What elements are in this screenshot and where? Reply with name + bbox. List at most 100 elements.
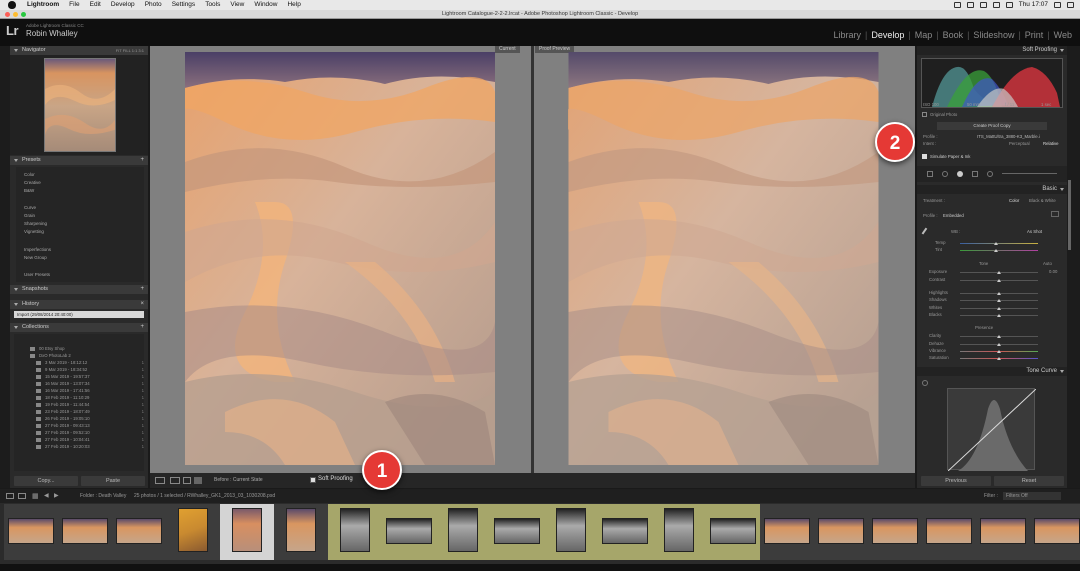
preset-group[interactable]: B&W — [24, 188, 34, 193]
spot-removal-icon[interactable] — [942, 171, 948, 177]
dehaze-slider[interactable] — [960, 343, 1038, 346]
copy-button[interactable]: Copy... — [14, 476, 78, 486]
search-icon[interactable] — [1054, 2, 1061, 8]
filmstrip-thumbnail[interactable] — [58, 504, 112, 560]
collection-item[interactable]: 26 Feb 2019 - 19:05:10 1 — [30, 415, 146, 422]
saturation-slider[interactable] — [960, 357, 1038, 360]
collection-item[interactable]: 18 Feb 2019 - 11:10:29 1 — [30, 394, 146, 401]
profile-select[interactable]: ITS_MattUltra_3880-K3_Marble.i — [977, 134, 1040, 139]
menu-help[interactable]: Help — [282, 0, 305, 10]
vibrance-slider[interactable] — [960, 350, 1038, 353]
paste-button[interactable]: Paste — [81, 476, 145, 486]
collection-item[interactable]: 27 Feb 2019 - 09:52:10 1 — [30, 429, 146, 436]
clock[interactable]: Thu 17:07 — [1019, 0, 1048, 10]
menu-app[interactable]: Lightroom — [22, 0, 64, 10]
presets-header[interactable]: Presets + — [10, 156, 148, 165]
temp-slider[interactable] — [960, 242, 1038, 245]
before-after-mode-icon[interactable] — [183, 477, 191, 484]
navigator-header[interactable]: Navigator FIT FILL 1:1 3:1 — [10, 46, 148, 55]
filmstrip-thumbnail[interactable] — [652, 504, 706, 560]
intent-relative[interactable]: Relative — [1043, 141, 1059, 146]
menu-develop[interactable]: Develop — [106, 0, 140, 10]
treatment-bw[interactable]: Black & White — [1029, 198, 1056, 203]
filmstrip-thumbnail[interactable] — [4, 504, 58, 560]
second-window-icon[interactable] — [18, 493, 26, 499]
collection-item[interactable]: 27 Feb 2019 - 09:43:13 1 — [30, 422, 146, 429]
histogram[interactable] — [921, 58, 1063, 108]
create-proof-copy-button[interactable]: Create Proof Copy — [937, 122, 1047, 130]
tint-slider[interactable] — [960, 249, 1038, 252]
collection-item[interactable]: 27 Feb 2019 - 10:20:03 1 — [30, 443, 146, 450]
filmstrip-thumbnail[interactable] — [922, 504, 976, 560]
navigator-thumbnail[interactable] — [44, 58, 116, 152]
graduated-filter-icon[interactable] — [972, 171, 978, 177]
exposure-value[interactable]: 0.00 — [1049, 269, 1057, 274]
highlights-slider[interactable] — [960, 292, 1038, 295]
status-icon[interactable] — [966, 2, 974, 8]
history-header[interactable]: History × — [10, 300, 148, 309]
filmstrip-thumbnail[interactable] — [544, 504, 598, 560]
filmstrip-thumbnail[interactable] — [382, 504, 436, 560]
treatment-color[interactable]: Color — [1009, 198, 1019, 203]
profile-browser-icon[interactable] — [1051, 211, 1059, 217]
simulate-paper-checkbox[interactable] — [922, 154, 927, 159]
main-window-icon[interactable] — [6, 493, 14, 499]
preset-group[interactable]: Creative — [24, 180, 41, 185]
filmstrip-thumbnail[interactable] — [868, 504, 922, 560]
collection-item[interactable]: 9 Mar 2019 - 18:34:52 1 — [30, 366, 146, 373]
collection-set[interactable]: DxO PhotoLab 2 — [24, 352, 140, 359]
preset-group[interactable]: Imperfections — [24, 247, 51, 252]
collection-item[interactable]: 23 Feb 2019 - 18:07:49 1 — [30, 408, 146, 415]
folder-source[interactable]: Folder : Death Valley — [80, 493, 126, 499]
red-eye-icon[interactable] — [957, 171, 963, 177]
shadows-slider[interactable] — [960, 299, 1038, 302]
module-develop[interactable]: Develop — [867, 30, 908, 40]
original-photo-checkbox[interactable] — [922, 112, 927, 117]
crop-tool-icon[interactable] — [927, 171, 933, 177]
whites-slider[interactable] — [960, 307, 1038, 310]
menu-window[interactable]: Window — [249, 0, 282, 10]
preset-group[interactable]: New Group — [24, 255, 47, 260]
filmstrip-thumbnail[interactable] — [814, 504, 868, 560]
zoom-options[interactable]: FIT FILL 1:1 3:1 — [116, 46, 144, 55]
soft-proofing-checkbox[interactable] — [310, 477, 316, 483]
filmstrip-thumbnail[interactable] — [1030, 504, 1080, 560]
menu-tools[interactable]: Tools — [200, 0, 225, 10]
apple-menu-icon[interactable] — [8, 1, 16, 9]
left-panel-edge[interactable] — [0, 46, 10, 488]
exposure-slider[interactable] — [960, 271, 1038, 274]
swap-icon[interactable] — [194, 477, 202, 484]
current-image[interactable] — [185, 52, 495, 465]
right-panel-scrollbar[interactable] — [1068, 180, 1071, 250]
simulate-paper-label[interactable]: Simulate Paper & Ink — [930, 154, 970, 159]
right-panel-edge[interactable] — [1067, 46, 1080, 488]
filmstrip-thumbnail[interactable] — [706, 504, 760, 560]
menu-view[interactable]: View — [225, 0, 249, 10]
curve-target-icon[interactable] — [922, 380, 928, 386]
basic-header[interactable]: Basic — [917, 185, 1067, 194]
soft-proofing-header[interactable]: Soft Proofing — [917, 46, 1067, 55]
wifi-icon[interactable] — [979, 2, 987, 8]
grid-icon[interactable]: ▦ — [32, 492, 39, 500]
module-map[interactable]: Map — [911, 30, 937, 40]
preset-group[interactable]: User Presets — [24, 272, 50, 277]
zoom-window-icon[interactable] — [21, 12, 26, 17]
forward-icon[interactable]: ▶ — [54, 492, 59, 499]
history-item[interactable]: Import (29/08/2014 20:40:00) — [14, 311, 144, 318]
filmstrip-thumbnail[interactable] — [112, 504, 166, 560]
auto-tone-button[interactable]: Auto — [1043, 261, 1052, 266]
menu-list-icon[interactable] — [1067, 2, 1074, 8]
proof-preview-image[interactable] — [568, 52, 879, 465]
collection-item[interactable]: 19 Feb 2019 - 11:44:54 1 — [30, 401, 146, 408]
previous-button[interactable]: Previous — [921, 476, 991, 486]
snapshots-header[interactable]: Snapshots + — [10, 285, 148, 294]
blacks-slider[interactable] — [960, 314, 1038, 317]
clarity-slider[interactable] — [960, 335, 1038, 338]
back-icon[interactable]: ◀ — [44, 492, 49, 499]
filter-select[interactable]: Filters Off — [1003, 492, 1061, 500]
menu-settings[interactable]: Settings — [167, 0, 201, 10]
collections-header[interactable]: Collections + — [10, 323, 148, 332]
filmstrip-thumbnail[interactable] — [760, 504, 814, 560]
preset-group[interactable]: Sharpening — [24, 221, 47, 226]
contrast-slider[interactable] — [960, 279, 1038, 282]
